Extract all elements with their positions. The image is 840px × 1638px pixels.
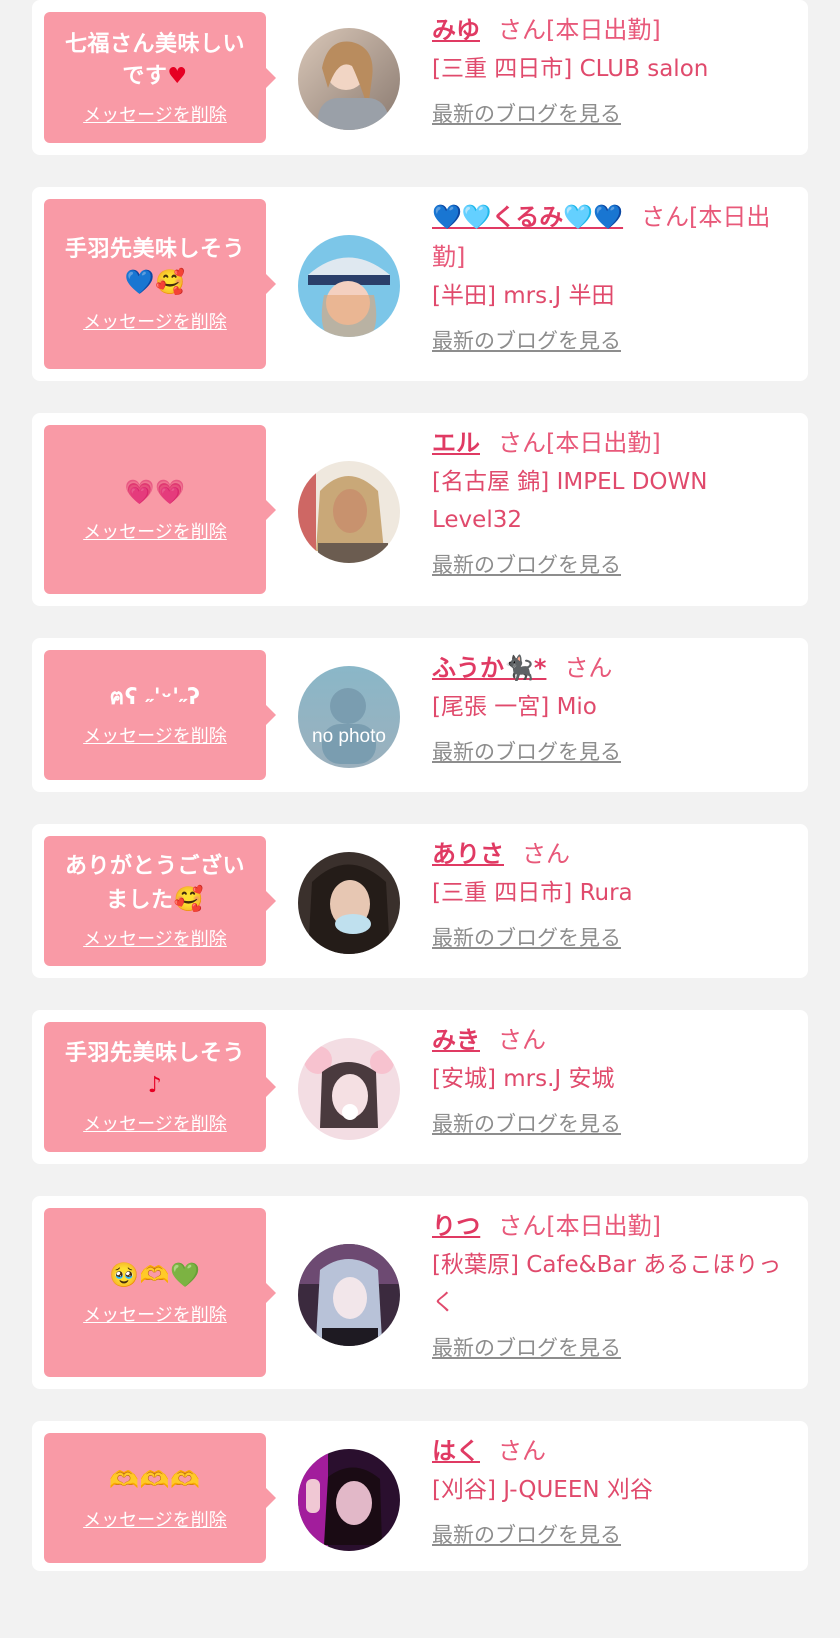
- avatar[interactable]: no photo: [298, 666, 400, 768]
- shop-label: [名古屋 錦] IMPEL DOWN Level32: [432, 469, 708, 533]
- message-bubble: 🥹🫶💚 メッセージを削除: [44, 1208, 276, 1377]
- delete-message-link[interactable]: メッセージを削除: [83, 518, 227, 544]
- list-item: 🫶🫶🫶 メッセージを削除 はく さん [刈谷] J-QUEEN 刈谷 最新のブログ…: [32, 1421, 808, 1571]
- cast-name-link[interactable]: エル: [432, 429, 480, 457]
- cast-name-link[interactable]: りつ: [432, 1212, 480, 1240]
- delete-message-link[interactable]: メッセージを削除: [83, 308, 227, 334]
- list-item: ฅʕ ˶'ᵕ'˶ʔ メッセージを削除 no photo ふうか🐈‍⬛* さん [尾…: [32, 638, 808, 792]
- message-bubble: 🫶🫶🫶 メッセージを削除: [44, 1433, 276, 1563]
- shop-label: [尾張 一宮] Mio: [432, 694, 597, 720]
- avatar[interactable]: [298, 1244, 400, 1346]
- blog-link[interactable]: 最新のブログを見る: [432, 736, 621, 766]
- avatar[interactable]: [298, 461, 400, 563]
- delete-message-link[interactable]: メッセージを削除: [83, 101, 227, 127]
- cast-info: エル さん[本日出勤] [名古屋 錦] IMPEL DOWN Level32 最新…: [432, 423, 792, 579]
- message-text: 七福さん美味しい です♥: [64, 31, 245, 89]
- shop-label: [半田] mrs.J 半田: [432, 283, 615, 309]
- list-item: 七福さん美味しい です♥ メッセージを削除 みゆ さん[本日出勤] [三重 四日市…: [32, 0, 808, 155]
- cast-name-link[interactable]: 💙🩵くるみ🩵💙: [432, 203, 623, 231]
- message-text: ありがとうござい ました🥰: [64, 854, 245, 913]
- list-item: 手羽先美味しそう 💙🥰 メッセージを削除 💙🩵くるみ🩵💙 さん[本日出勤] [半田…: [32, 187, 808, 381]
- message-bubble: 手羽先美味しそう ♪ メッセージを削除: [44, 1022, 276, 1152]
- cast-name-link[interactable]: ふうか🐈‍⬛*: [432, 654, 546, 682]
- shop-label: [刈谷] J-QUEEN 刈谷: [432, 1477, 653, 1503]
- message-bubble: 💗💗 メッセージを削除: [44, 425, 276, 594]
- honorific: さん: [564, 654, 613, 682]
- cast-info: ありさ さん [三重 四日市] Rura 最新のブログを見る: [432, 834, 792, 952]
- message-bubble: ありがとうござい ました🥰 メッセージを削除: [44, 836, 276, 966]
- message-bubble: 七福さん美味しい です♥ メッセージを削除: [44, 12, 276, 143]
- delete-message-link[interactable]: メッセージを削除: [83, 1110, 227, 1136]
- shop-label: [三重 四日市] CLUB salon: [432, 56, 709, 82]
- delete-message-link[interactable]: メッセージを削除: [83, 1301, 227, 1327]
- delete-message-link[interactable]: メッセージを削除: [83, 722, 227, 748]
- avatar[interactable]: [298, 28, 400, 130]
- message-text: 手羽先美味しそう 💙🥰: [64, 237, 245, 296]
- message-text: 手羽先美味しそう ♪: [64, 1041, 245, 1098]
- music-note-icon: ♪: [147, 1073, 163, 1098]
- cast-info: 💙🩵くるみ🩵💙 さん[本日出勤] [半田] mrs.J 半田 最新のブログを見る: [432, 197, 792, 355]
- message-text: 🫶🫶🫶: [109, 1466, 201, 1494]
- shop-label: [秋葉原] Cafe&Bar あるこほりっく: [432, 1252, 782, 1316]
- avatar[interactable]: [298, 235, 400, 337]
- list-item: 💗💗 メッセージを削除 エル さん[本日出勤] [名古屋 錦] IMPEL DOW…: [32, 413, 808, 606]
- honorific: さん[本日出勤]: [498, 1212, 661, 1240]
- honorific: さん: [498, 1026, 546, 1054]
- message-bubble: 手羽先美味しそう 💙🥰 メッセージを削除: [44, 199, 276, 369]
- shop-label: [三重 四日市] Rura: [432, 880, 633, 906]
- list-item: ありがとうござい ました🥰 メッセージを削除 ありさ さん [三重 四日市] Ru…: [32, 824, 808, 978]
- cast-info: りつ さん[本日出勤] [秋葉原] Cafe&Bar あるこほりっく 最新のブログ…: [432, 1206, 792, 1362]
- cast-name-link[interactable]: みき: [432, 1026, 480, 1054]
- avatar[interactable]: [298, 1449, 400, 1551]
- cast-info: ふうか🐈‍⬛* さん [尾張 一宮] Mio 最新のブログを見る: [432, 648, 792, 766]
- cast-info: みゆ さん[本日出勤] [三重 四日市] CLUB salon 最新のブログを見る: [432, 10, 792, 128]
- blog-link[interactable]: 最新のブログを見る: [432, 1519, 621, 1549]
- list-item: 🥹🫶💚 メッセージを削除 りつ さん[本日出勤] [秋葉原] Cafe&Bar あ…: [32, 1196, 808, 1389]
- blog-link[interactable]: 最新のブログを見る: [432, 1108, 621, 1138]
- cast-name-link[interactable]: はく: [432, 1437, 480, 1465]
- honorific: さん[本日出勤]: [498, 429, 661, 457]
- blog-link[interactable]: 最新のブログを見る: [432, 922, 621, 952]
- message-text: ฅʕ ˶'ᵕ'˶ʔ: [109, 685, 201, 710]
- blog-link[interactable]: 最新のブログを見る: [432, 98, 621, 128]
- message-bubble: ฅʕ ˶'ᵕ'˶ʔ メッセージを削除: [44, 650, 276, 780]
- cast-name-link[interactable]: みゆ: [432, 16, 480, 44]
- cast-name-link[interactable]: ありさ: [432, 840, 504, 868]
- blog-link[interactable]: 最新のブログを見る: [432, 325, 621, 355]
- cast-info: はく さん [刈谷] J-QUEEN 刈谷 最新のブログを見る: [432, 1431, 792, 1549]
- delete-message-link[interactable]: メッセージを削除: [83, 1506, 227, 1532]
- honorific: さん[本日出勤]: [498, 16, 661, 44]
- message-text: 🥹🫶💚: [109, 1260, 201, 1289]
- message-text: 💗💗: [124, 477, 186, 506]
- delete-message-link[interactable]: メッセージを削除: [83, 925, 227, 951]
- blog-link[interactable]: 最新のブログを見る: [432, 1332, 621, 1362]
- honorific: さん: [498, 1437, 546, 1465]
- shop-label: [安城] mrs.J 安城: [432, 1066, 615, 1092]
- blog-link[interactable]: 最新のブログを見る: [432, 549, 621, 579]
- heart-icon: ♥: [167, 63, 188, 89]
- honorific: さん: [522, 840, 570, 868]
- no-photo-text: no photo: [312, 726, 386, 747]
- avatar[interactable]: [298, 852, 400, 954]
- avatar[interactable]: [298, 1038, 400, 1140]
- list-item: 手羽先美味しそう ♪ メッセージを削除 みき さん [安城] mrs.J 安城 最…: [32, 1010, 808, 1164]
- cast-info: みき さん [安城] mrs.J 安城 最新のブログを見る: [432, 1020, 792, 1138]
